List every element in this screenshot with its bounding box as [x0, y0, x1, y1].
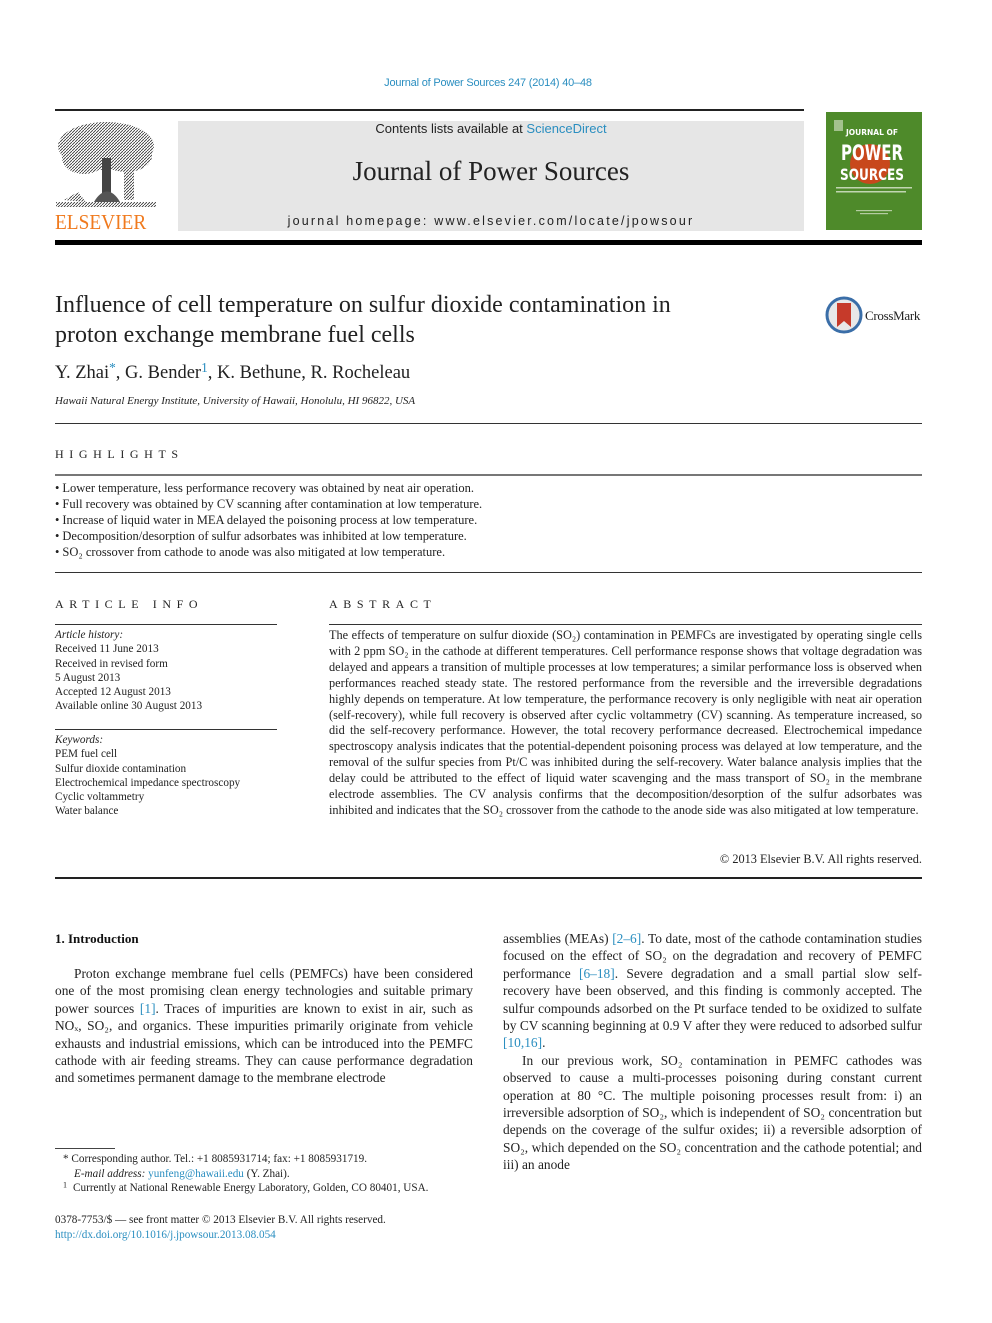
history-entry: Received in revised form [55, 657, 168, 670]
history-label: Article history: [55, 629, 124, 641]
journal-cover-icon[interactable]: JOURNAL OF POWER SOURCES [826, 112, 922, 230]
copyright-notice: © 2013 Elsevier B.V. All rights reserved… [719, 852, 922, 866]
author-name[interactable]: G. Bender [125, 363, 201, 383]
divider [55, 572, 922, 574]
crossmark-icon [825, 296, 863, 334]
history-entry: Received 11 June 2013 [55, 643, 159, 656]
title-line-1: Influence of cell temperature on sulfur … [55, 292, 671, 318]
divider [55, 624, 277, 626]
keywords: Keywords: PEM fuel cell Sulfur dioxide c… [55, 733, 295, 819]
title-line-2: proton exchange membrane fuel cells [55, 322, 415, 348]
divider [55, 877, 922, 879]
email-note: E-mail address: yunfeng@hawaii.edu (Y. Z… [74, 1167, 290, 1180]
email-link[interactable]: yunfeng@hawaii.edu [148, 1168, 244, 1180]
history-entry: Available online 30 August 2013 [55, 700, 203, 713]
citation-link[interactable]: [6–18] [579, 966, 615, 981]
divider [55, 423, 922, 425]
paragraph: Proton exchange membrane fuel cells (PEM… [55, 966, 473, 1086]
author-name[interactable]: R. Rocheleau [311, 363, 411, 383]
elsevier-wordmark[interactable]: ELSEVIER [55, 210, 146, 235]
contents-line: Contents lists available at ScienceDirec… [178, 121, 804, 136]
author-name[interactable]: K. Bethune [217, 363, 301, 383]
article-title: Influence of cell temperature on sulfur … [55, 290, 795, 350]
journal-homepage-link[interactable]: journal homepage: www.elsevier.com/locat… [178, 214, 804, 228]
keyword: PEM fuel cell [55, 748, 118, 761]
keywords-label: Keywords: [55, 734, 104, 746]
citation-link[interactable]: [10,16] [503, 1035, 542, 1050]
divider [329, 624, 922, 626]
top-rule [55, 109, 804, 111]
history-entry: 5 August 2013 [55, 671, 121, 684]
author-name[interactable]: Y. Zhai [55, 363, 109, 383]
body-column-left: Proton exchange membrane fuel cells (PEM… [55, 965, 473, 1087]
corresponding-author-note: * Corresponding author. Tel.: +1 8085931… [63, 1153, 368, 1165]
cover-title-top: JOURNAL OF [845, 128, 898, 137]
cover-title-bottom: SOURCES [840, 165, 904, 184]
citation-link[interactable]: [2–6] [612, 931, 641, 946]
paragraph: In our previous work, SO₂ contamination … [503, 1052, 922, 1173]
footnotes: * Corresponding author. Tel.: +1 8085931… [55, 1152, 485, 1196]
section-heading-introduction: 1. Introduction [55, 931, 139, 946]
keyword: Electrochemical impedance spectroscopy [55, 776, 241, 789]
author-mark[interactable]: 1 [201, 360, 208, 375]
abstract-heading: ABSTRACT [329, 597, 437, 611]
journal-name: Journal of Power Sources [352, 156, 630, 186]
doi-link[interactable]: http://dx.doi.org/10.1016/j.jpowsour.201… [55, 1228, 485, 1243]
paragraph: assemblies (MEAs) [2–6]. To date, most o… [503, 931, 922, 1051]
highlight-item: SO₂ crossover from cathode to anode was … [55, 544, 755, 560]
masthead-thick-rule [55, 240, 922, 245]
running-head-citation[interactable]: Journal of Power Sources 247 (2014) 40–4… [0, 77, 976, 89]
crossmark-button[interactable]: CrossMark [825, 296, 925, 336]
keyword: Water balance [55, 805, 119, 818]
front-matter: 0378-7753/$ — see front matter © 2013 El… [55, 1213, 485, 1242]
sciencedirect-link[interactable]: ScienceDirect [526, 121, 606, 136]
article-history: Article history: Received 11 June 2013 R… [55, 628, 285, 714]
author-list: Y. Zhai*, G. Bender1, K. Bethune, R. Roc… [55, 360, 411, 383]
footnote-mark: 1 [63, 1180, 68, 1190]
keyword: Cyclic voltammetry [55, 791, 145, 804]
author-mark[interactable]: * [109, 360, 116, 375]
footnote-1: 1 Currently at National Renewable Energy … [63, 1180, 429, 1194]
citation-link[interactable]: [1] [140, 1001, 156, 1016]
cover-title-mid: POWER [841, 141, 903, 165]
abstract-text: The effects of temperature on sulfur dio… [329, 628, 922, 817]
article-info-heading: ARTICLE INFO [55, 597, 204, 611]
affiliation: Hawaii Natural Energy Institute, Univers… [55, 395, 416, 407]
highlight-item: Decomposition/desorption of sulfur adsor… [55, 528, 755, 544]
highlights-list: Lower temperature, less performance reco… [55, 480, 755, 560]
contents-prefix: Contents lists available at [375, 121, 527, 136]
history-entry: Accepted 12 August 2013 [55, 686, 171, 699]
divider [55, 729, 277, 731]
highlight-item: Increase of liquid water in MEA delayed … [55, 512, 755, 528]
keyword: Sulfur dioxide contamination [55, 762, 187, 775]
crossmark-label: CrossMark [865, 308, 921, 323]
highlights-heading: HIGHLIGHTS [55, 447, 184, 461]
highlight-item: Full recovery was obtained by CV scannin… [55, 496, 755, 512]
highlight-item: Lower temperature, less performance reco… [55, 480, 755, 496]
footnote-rule [55, 1148, 115, 1149]
issn-line: 0378-7753/$ — see front matter © 2013 El… [55, 1214, 386, 1226]
body-column-right: assemblies (MEAs) [2–6]. To date, most o… [503, 930, 922, 1174]
divider [55, 474, 922, 476]
